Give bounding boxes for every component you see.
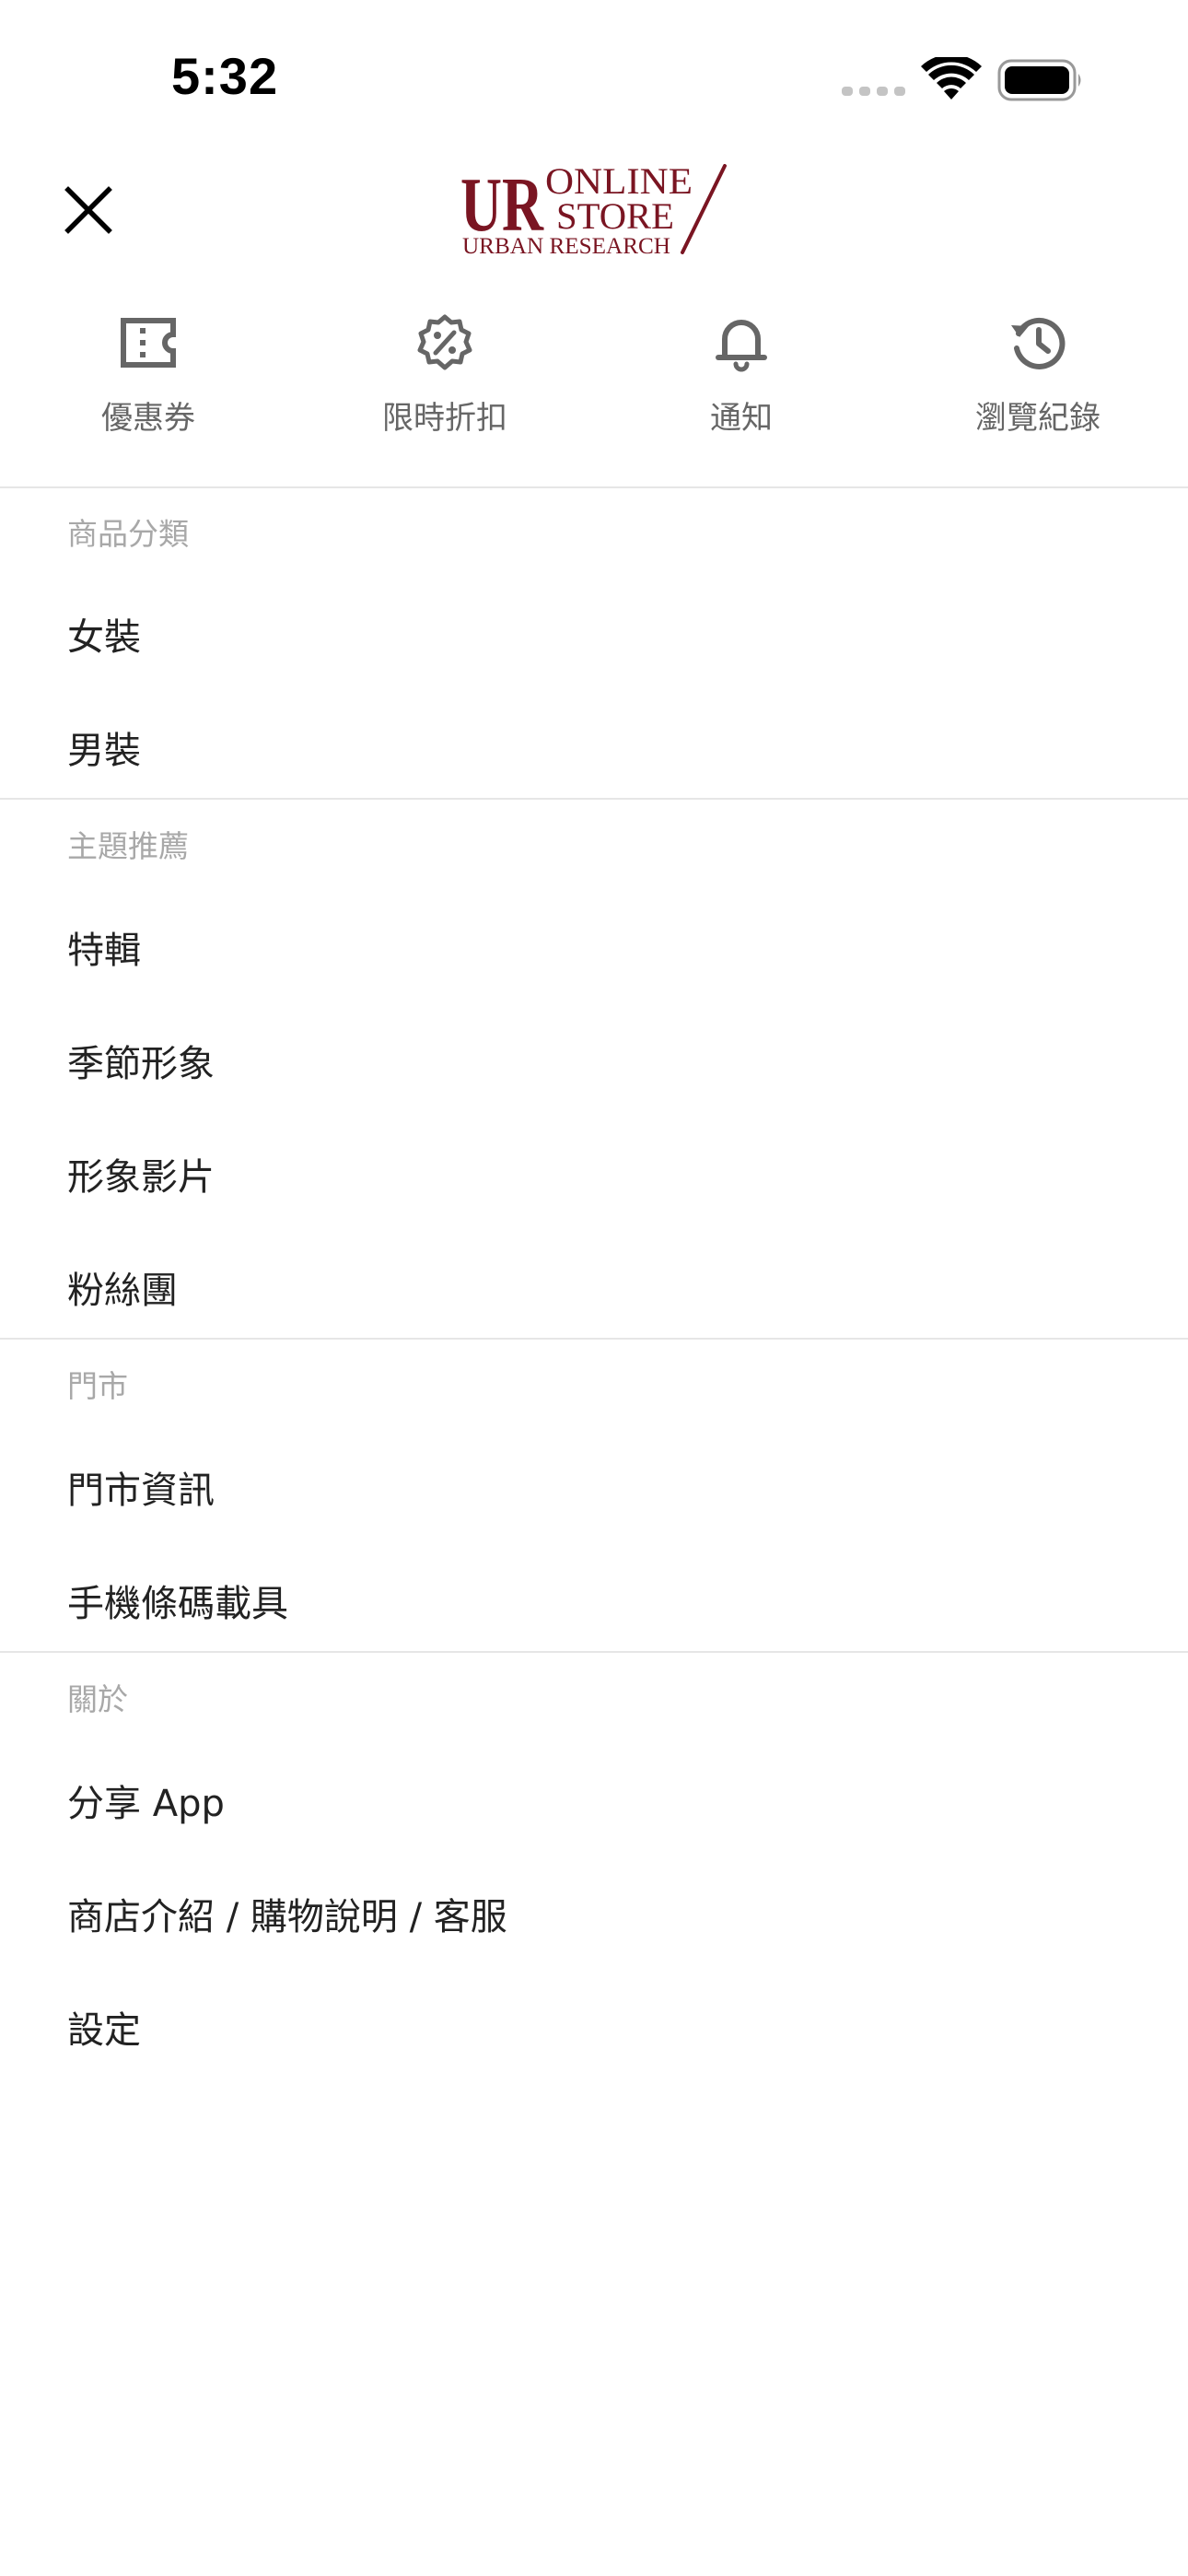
divider <box>0 798 1188 800</box>
menu-item-label: 分享 App <box>67 1783 225 1825</box>
quick-action-label: 通知 <box>710 400 773 437</box>
menu-item-label: 季節形象 <box>67 1043 215 1085</box>
menu-item-store-guide-support[interactable]: 商店介紹 / 購物說明 / 客服 <box>0 1856 1188 1958</box>
divider <box>0 1651 1188 1653</box>
ticket-icon <box>121 318 176 368</box>
menu-item-label: 特輯 <box>67 930 141 972</box>
quick-action-coupons[interactable]: 優惠券 <box>0 295 297 461</box>
menu-item-features[interactable]: 特輯 <box>0 890 1188 991</box>
section-header-about: 關於 <box>67 1681 128 1717</box>
battery-icon <box>997 59 1081 101</box>
svg-text:STORE: STORE <box>556 195 674 237</box>
percent-badge-icon <box>417 314 472 370</box>
svg-text:URBAN RESEARCH: URBAN RESEARCH <box>462 234 670 256</box>
menu-item-label: 粉絲團 <box>67 1270 178 1312</box>
menu-item-label: 男裝 <box>67 730 141 772</box>
menu-item-label: 商店介紹 / 購物說明 / 客服 <box>67 1896 507 1938</box>
menu-item-men[interactable]: 男裝 <box>0 690 1188 791</box>
close-icon[interactable] <box>64 186 112 234</box>
menu-item-label: 門市資訊 <box>67 1469 215 1512</box>
cellular-signal-icon <box>842 87 905 96</box>
menu-item-label: 形象影片 <box>67 1156 215 1199</box>
menu-item-videos[interactable]: 形象影片 <box>0 1117 1188 1218</box>
menu-item-mobile-barcode[interactable]: 手機條碼載具 <box>0 1543 1188 1645</box>
quick-action-notifications[interactable]: 通知 <box>593 295 890 461</box>
wifi-icon <box>921 57 982 100</box>
menu-item-share-app[interactable]: 分享 App <box>0 1743 1188 1844</box>
bell-icon <box>716 320 767 372</box>
quick-action-flash-sale[interactable]: 限時折扣 <box>297 295 593 461</box>
menu-item-seasonal-look[interactable]: 季節形象 <box>0 1003 1188 1105</box>
quick-action-label: 瀏覽紀錄 <box>975 400 1101 437</box>
menu-item-label: 設定 <box>67 2009 141 2052</box>
header: UR ONLINE STORE URBAN RESEARCH <box>0 138 1188 286</box>
status-time: 5:32 <box>171 47 279 105</box>
quick-action-label: 優惠券 <box>101 400 195 437</box>
menu-item-women[interactable]: 女裝 <box>0 577 1188 678</box>
section-header-themes: 主題推薦 <box>67 828 189 864</box>
menu-item-label: 手機條碼載具 <box>67 1583 288 1625</box>
section-header-stores: 門市 <box>67 1368 128 1404</box>
section-header-categories: 商品分類 <box>67 516 189 552</box>
menu-item-settings[interactable]: 設定 <box>0 1970 1188 2071</box>
quick-action-history[interactable]: 瀏覽紀錄 <box>890 295 1186 461</box>
divider <box>0 486 1188 488</box>
quick-action-label: 限時折扣 <box>382 400 507 437</box>
menu-item-label: 女裝 <box>67 616 141 659</box>
menu-item-store-info[interactable]: 門市資訊 <box>0 1430 1188 1531</box>
brand-logo[interactable]: UR ONLINE STORE URBAN RESEARCH <box>460 164 728 256</box>
menu-item-fan-page[interactable]: 粉絲團 <box>0 1230 1188 1331</box>
quick-actions: 優惠券 限時折扣 通知 瀏覽紀錄 <box>0 295 1188 486</box>
history-icon <box>1011 317 1066 369</box>
divider <box>0 1338 1188 1340</box>
status-bar: 5:32 <box>0 0 1188 138</box>
